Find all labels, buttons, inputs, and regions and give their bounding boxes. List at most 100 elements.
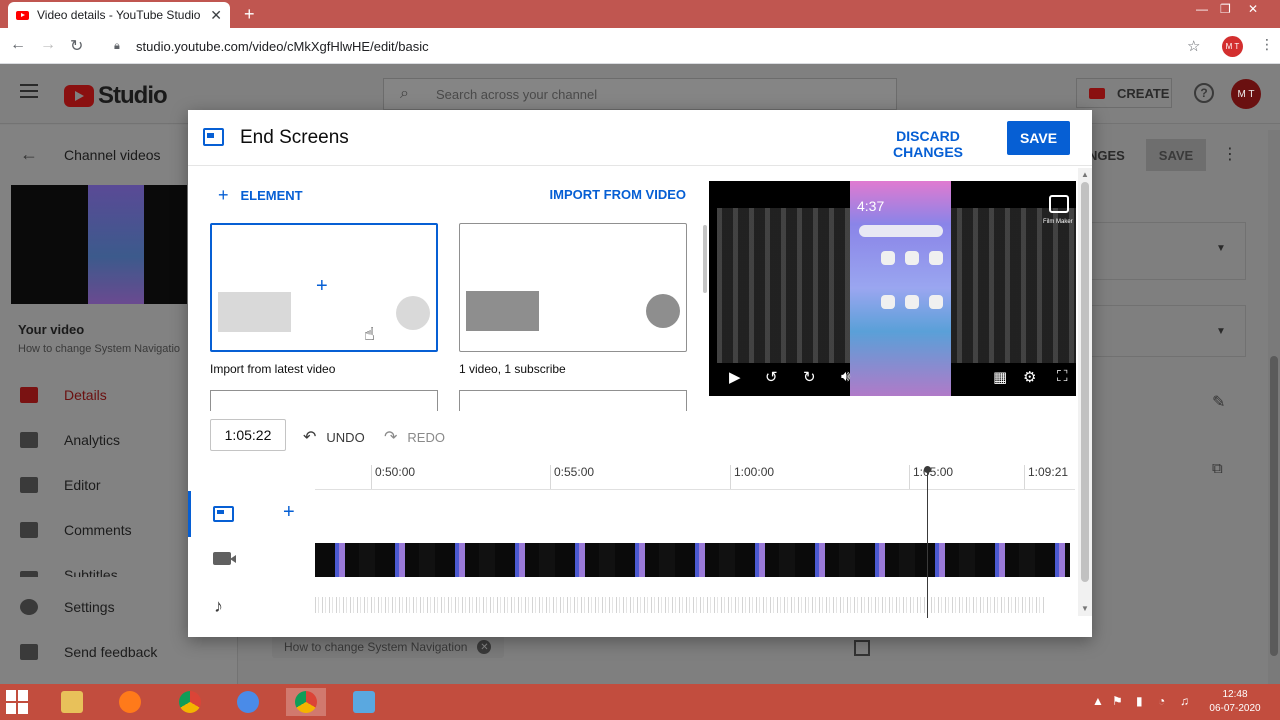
tab-title: Video details - YouTube Studio (37, 8, 201, 22)
battery-icon[interactable]: ▮ (1136, 694, 1143, 708)
browser-profile-avatar[interactable]: M T (1222, 36, 1243, 57)
audio-waveform-track (315, 597, 1045, 613)
scroll-up-icon[interactable]: ▲ (1081, 170, 1089, 179)
template-caption: Import from latest video (210, 362, 336, 376)
fast-forward-icon[interactable]: ↻ (803, 368, 816, 386)
edit-pencil-icon[interactable]: ✎ (1212, 392, 1225, 412)
remove-tag-icon[interactable]: ✕ (477, 640, 492, 654)
youtube-logo-icon (64, 85, 94, 107)
grid-icon[interactable]: ▦ (993, 368, 1007, 386)
bookmark-star-icon[interactable]: ☆ (1187, 37, 1200, 55)
dialog-scrollbar-thumb[interactable] (1081, 182, 1089, 582)
volume-icon[interactable]: 🔊︎ (841, 368, 850, 385)
studio-logo[interactable]: Studio (64, 82, 168, 110)
fullscreen-icon[interactable]: ⛶ (1057, 368, 1068, 385)
tab-close-icon[interactable]: ✕ (210, 7, 222, 24)
open-external-icon[interactable]: ⧉ (1212, 460, 1223, 477)
new-tab-button[interactable]: + (244, 4, 255, 25)
firefox-icon[interactable] (110, 688, 150, 716)
chevron-down-icon: ▼ (1216, 243, 1226, 254)
page-scrollbar-thumb[interactable] (1270, 356, 1278, 656)
import-from-video-button[interactable]: IMPORT FROM VIDEO (540, 187, 687, 202)
play-icon[interactable]: ▶ (729, 368, 741, 386)
chevron-down-icon: ▼ (1216, 326, 1226, 337)
lock-icon: 🔒︎ (114, 39, 120, 52)
template-subscribe-placeholder (646, 294, 680, 328)
thumbnail-phone-image (88, 185, 144, 304)
restrictions-dropdown[interactable]: ▼ (1088, 305, 1246, 357)
video-preview[interactable]: 4:37 Film Maker ▶ ↺ ↻ 🔊︎ ▦ ⚙ ⛶ (709, 181, 1076, 396)
tag-chip-label: How to change System Navigation (284, 640, 468, 654)
url-field[interactable]: 🔒︎ studio.youtube.com/video/cMkXgfHlwHE/… (108, 32, 1214, 60)
your-video-heading: Your video (18, 322, 85, 337)
video-thumbnail[interactable] (11, 185, 187, 304)
channel-search-input[interactable]: ⌕ Search across your channel (383, 78, 897, 110)
network-icon[interactable]: ⚑ (1112, 694, 1123, 708)
add-element-plus-icon[interactable]: + (283, 501, 295, 524)
timeline-tick-label: 1:09:21 (1023, 465, 1069, 489)
redo-label: REDO (407, 429, 445, 445)
chromium-icon[interactable] (228, 688, 268, 716)
timeline-tick-label: 1:00:00 (729, 465, 775, 489)
template-card[interactable] (210, 390, 438, 411)
help-icon[interactable]: ? (1194, 83, 1214, 103)
watermark-text: Film Maker (1043, 219, 1073, 225)
clock-date: 06-07-2020 (1209, 703, 1261, 714)
timeline-ruler[interactable]: 0:50:00 0:55:00 1:00:00 1:05:00 1:09:21 (315, 460, 1075, 490)
browser-tab[interactable]: Video details - YouTube Studio ✕ (8, 2, 230, 28)
template-video-placeholder (218, 292, 291, 332)
add-element-button[interactable]: + ELEMENT (218, 185, 303, 206)
undo-button[interactable]: ↶ UNDO (303, 427, 365, 447)
account-avatar[interactable]: M T (1231, 79, 1261, 109)
tray-expand-icon[interactable]: ▲ (1092, 694, 1104, 708)
player-controls: ▶ ↺ ↻ 🔊︎ ▦ ⚙ ⛶ (709, 364, 1076, 396)
windows-start-icon[interactable] (6, 690, 30, 714)
window-close-icon[interactable]: ✕ (1248, 2, 1258, 16)
redo-button[interactable]: ↷ REDO (384, 427, 445, 447)
templates-scrollbar[interactable] (703, 225, 707, 293)
feedback-icon (20, 644, 38, 660)
reload-icon[interactable]: ↻ (70, 36, 83, 56)
copy-icon[interactable] (854, 640, 870, 656)
more-options-icon[interactable]: ⋮ (1222, 144, 1238, 164)
page-save-button[interactable]: SAVE (1146, 139, 1206, 171)
clock-time: 12:48 (1222, 689, 1248, 700)
dialog-scrollbar[interactable]: ▲ ▼ (1078, 168, 1092, 616)
browser-menu-icon[interactable]: ⋮ (1260, 36, 1274, 53)
control-panel-icon[interactable] (344, 688, 384, 716)
forward-arrow-icon[interactable]: → (40, 36, 56, 54)
subtitles-icon (20, 571, 38, 577)
timeline-playhead[interactable] (924, 466, 931, 618)
file-explorer-icon[interactable] (52, 688, 92, 716)
minimize-icon[interactable]: — (1196, 2, 1208, 16)
undo-changes-button[interactable]: NGES (1088, 140, 1138, 170)
create-button[interactable]: CREATE (1076, 78, 1172, 108)
visibility-dropdown[interactable]: ▼ (1088, 222, 1246, 280)
template-card[interactable] (459, 390, 687, 411)
save-button[interactable]: SAVE (1007, 121, 1070, 155)
rewind-icon[interactable]: ↺ (765, 368, 778, 386)
current-time-input[interactable]: 1:05:22 (210, 419, 286, 451)
end-screen-icon (203, 128, 224, 146)
speaker-icon[interactable]: ♫ (1180, 694, 1189, 708)
discard-changes-button[interactable]: DISCARD CHANGES (860, 128, 996, 160)
page-scrollbar[interactable] (1268, 130, 1280, 684)
system-clock[interactable]: 12:48 06-07-2020 (1200, 688, 1270, 716)
redo-icon: ↷ (384, 429, 398, 446)
template-card[interactable]: + (210, 223, 438, 352)
channel-videos-link[interactable]: Channel videos (64, 147, 161, 163)
chrome-profile-icon[interactable] (286, 688, 326, 716)
back-arrow-icon[interactable]: ← (20, 144, 38, 165)
template-card[interactable] (459, 223, 687, 352)
undo-label: UNDO (326, 429, 365, 445)
phone-clock: 4:37 (857, 198, 885, 214)
sidebar-item-label: Send feedback (64, 644, 158, 660)
back-arrow-icon[interactable]: ← (10, 36, 26, 54)
hamburger-menu-icon[interactable] (20, 84, 38, 98)
maximize-icon[interactable]: ❐ (1220, 2, 1231, 16)
video-filmstrip-track[interactable] (315, 543, 1070, 577)
chrome-icon[interactable] (170, 688, 210, 716)
wifi-icon[interactable]: ◔ (1158, 694, 1165, 708)
scroll-down-icon[interactable]: ▼ (1081, 604, 1089, 613)
gear-icon[interactable]: ⚙ (1023, 368, 1036, 386)
